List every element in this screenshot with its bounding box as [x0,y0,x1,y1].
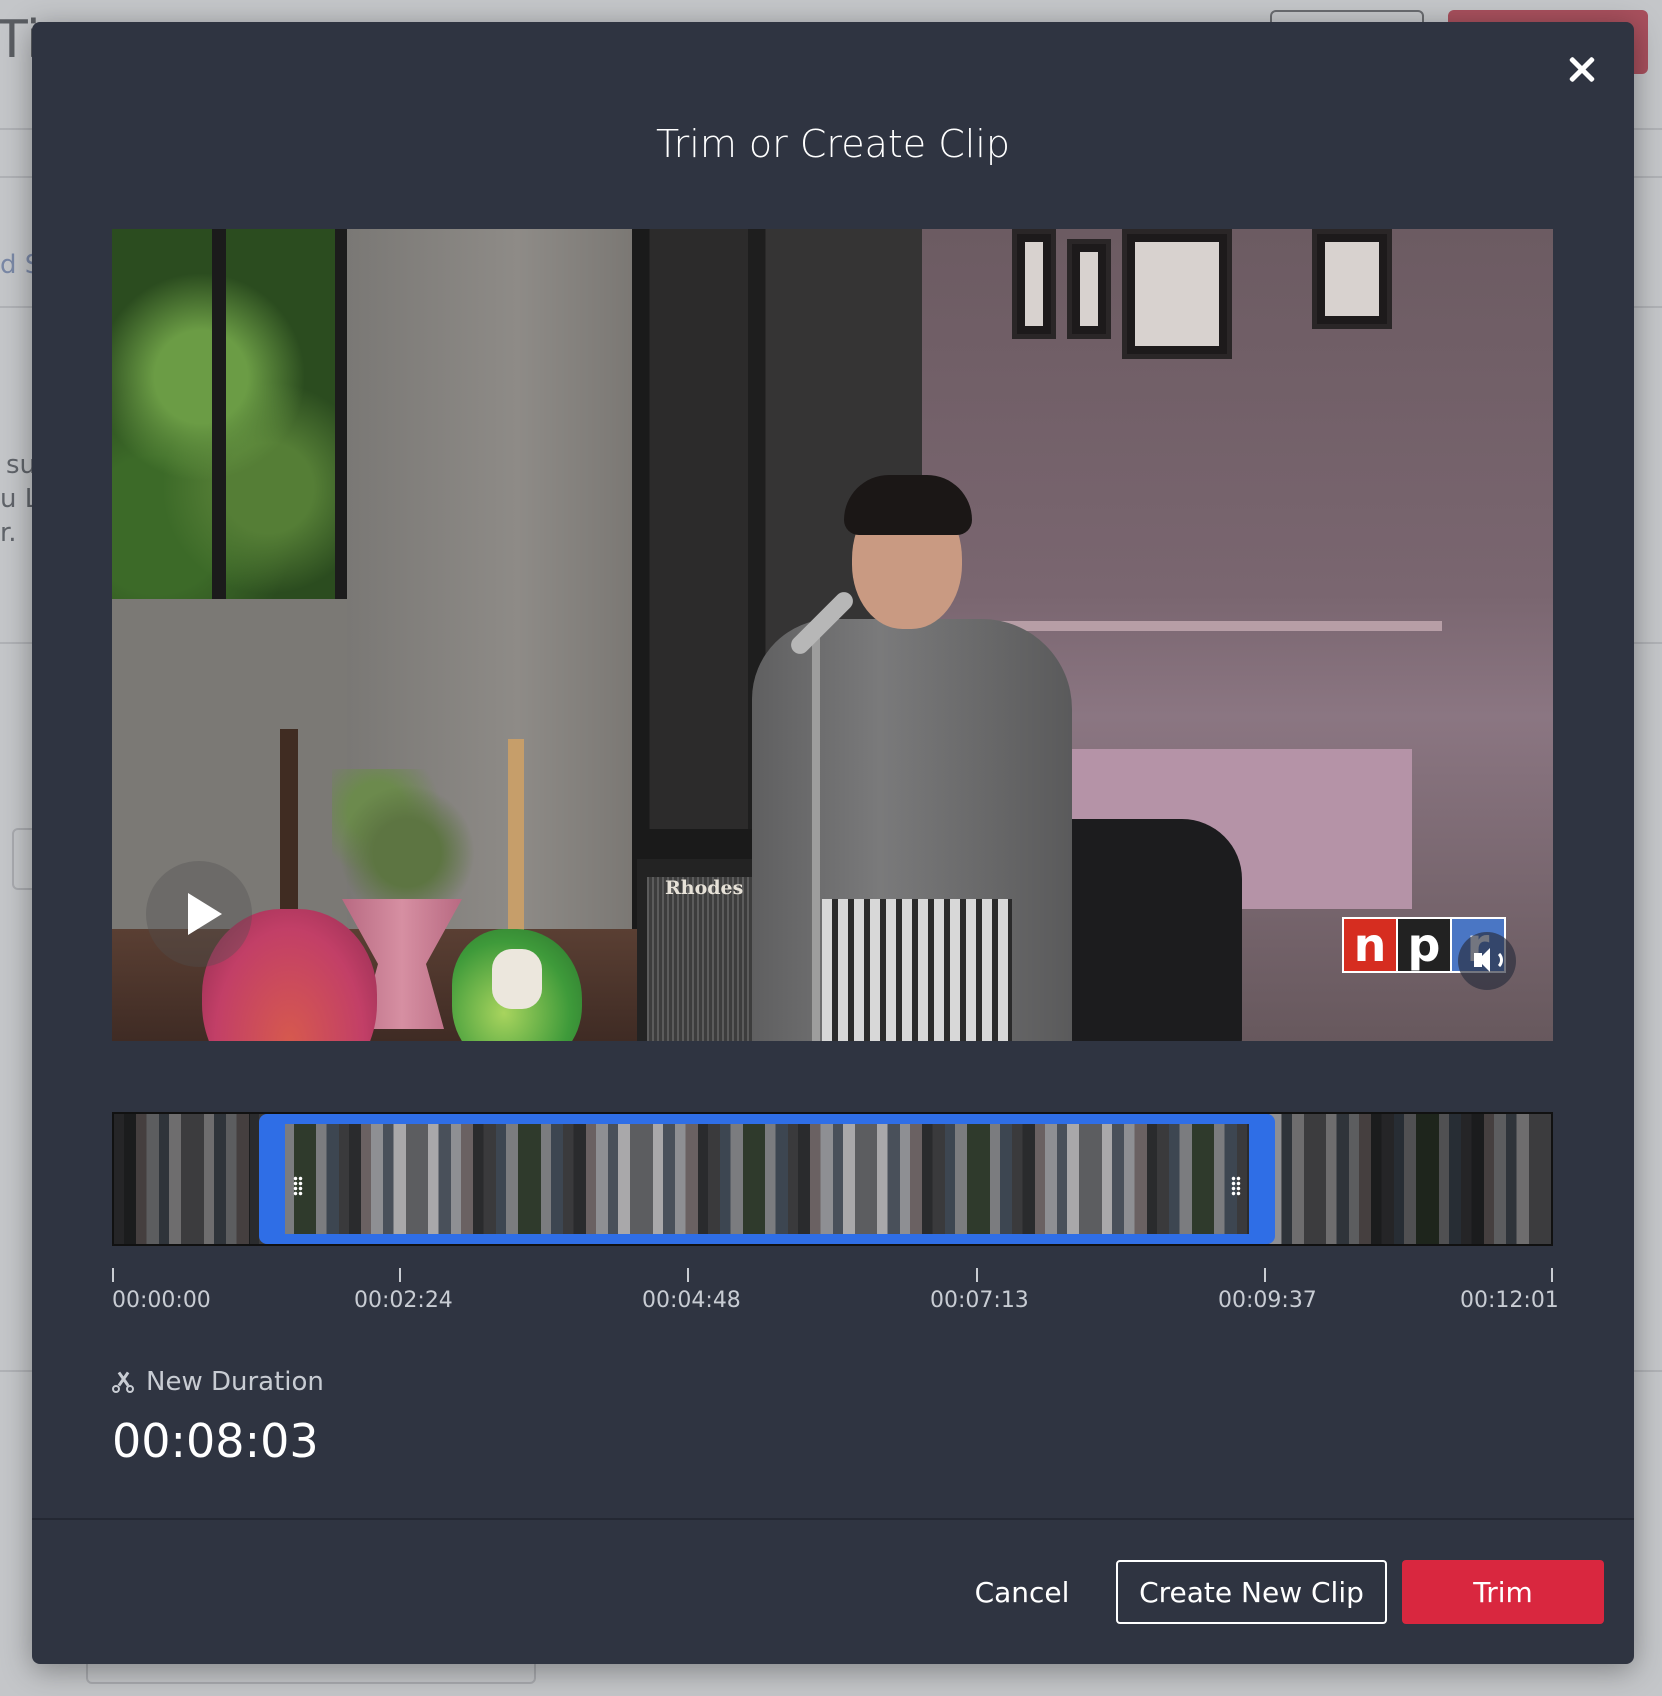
timeline-tick-label: 00:12:01 [1460,1288,1559,1313]
timeline-unselected-left [114,1114,250,1244]
trim-button[interactable]: Trim [1402,1560,1604,1624]
new-duration-text: New Duration [146,1367,324,1397]
modal-title: Trim or Create Clip [656,122,1010,166]
timeline-selection[interactable] [259,1114,1275,1244]
background-text: r. [0,518,17,548]
timeline-tick-label: 00:09:37 [1218,1288,1317,1313]
new-duration-value: 00:08:03 [112,1414,319,1468]
video-scene-singer [752,469,1072,1041]
video-player[interactable]: Rhodes n p r [112,229,1553,1041]
amp-brand-text: Rhodes [665,877,744,899]
video-scene-guitar [452,739,582,1041]
create-new-clip-button[interactable]: Create New Clip [1116,1560,1387,1624]
new-duration-label: New Duration [112,1367,324,1397]
timeline-tick-label: 00:00:00 [112,1288,211,1313]
timeline-tick-label: 00:02:24 [354,1288,453,1313]
trim-clip-modal: Trim or Create Clip Rhodes n p 00:00:00 … [32,22,1634,1664]
timeline-tick-label: 00:04:48 [642,1288,741,1313]
scissors-icon [112,1371,134,1393]
close-icon[interactable] [1560,48,1604,92]
trim-end-handle[interactable] [1231,1176,1241,1196]
play-icon[interactable] [146,861,252,967]
volume-icon[interactable] [1458,932,1516,990]
video-scene-window [112,229,347,599]
cancel-button[interactable]: Cancel [950,1560,1094,1624]
timeline-unselected-right [1281,1114,1551,1244]
timeline-tick-label: 00:07:13 [930,1288,1029,1313]
footer-divider [32,1518,1634,1520]
trim-start-handle[interactable] [293,1176,303,1196]
timeline-ticks [112,1268,1553,1282]
